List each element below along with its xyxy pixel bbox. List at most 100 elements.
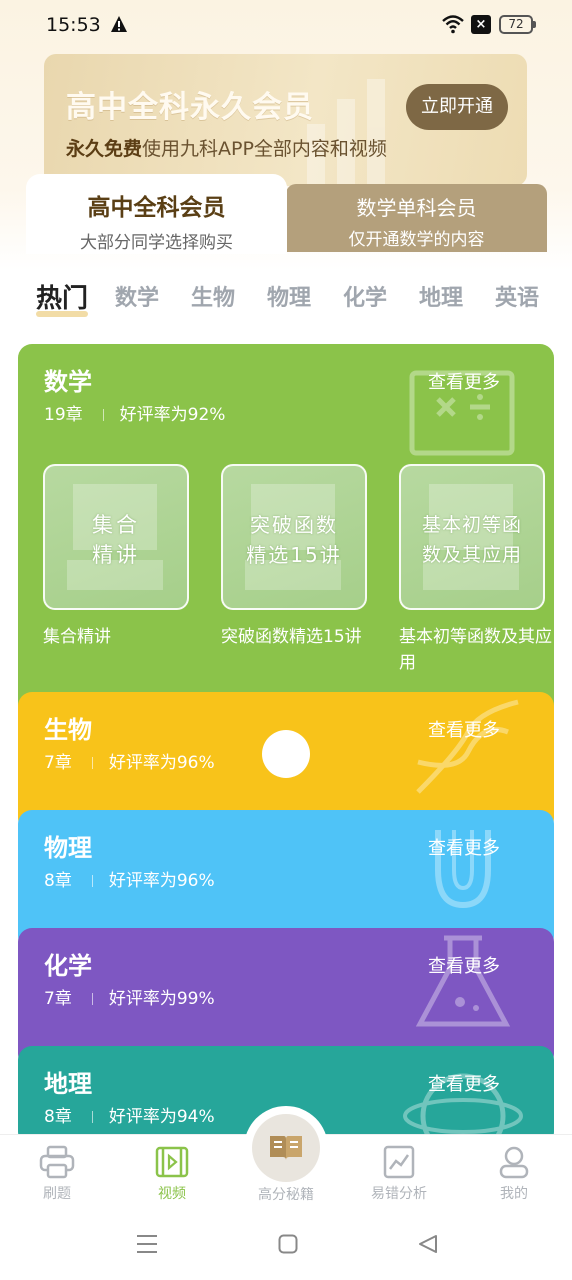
course-thumbnail-title: 基本初等函数及其应用	[401, 510, 543, 570]
nav-video[interactable]: 视频	[132, 1145, 212, 1203]
card-meta: 7章 好评率为96%	[44, 748, 215, 773]
rating-text: 好评率为92%	[119, 405, 226, 425]
course-item[interactable]: 基本初等函 数及其应用 基本初等函数及其应用	[399, 464, 552, 676]
tab-physics[interactable]: 物理	[267, 280, 311, 312]
warning-icon	[111, 16, 127, 32]
card-title: 生物	[44, 716, 92, 744]
meta-divider	[102, 409, 104, 421]
nav-profile[interactable]: 我的	[474, 1145, 554, 1203]
course-thumbnail-title: 突破函数精选15讲	[223, 510, 365, 570]
tab-math[interactable]: 数学	[115, 280, 159, 312]
view-more-link[interactable]: 查看更多	[428, 368, 500, 394]
printer-icon	[39, 1145, 75, 1179]
card-title: 物理	[44, 834, 92, 862]
rating-text: 好评率为94%	[108, 1107, 215, 1127]
status-bar: 15:53 × 72	[0, 0, 572, 52]
rating-text: 好评率为99%	[108, 989, 215, 1009]
battery-level: 72	[508, 17, 524, 31]
thumb-line-2: 数及其应用	[421, 544, 522, 566]
card-title: 地理	[44, 1070, 92, 1098]
tab-hot[interactable]: 热门	[36, 278, 89, 317]
banner-subtitle: 永久免费使用九科APP全部内容和视频	[66, 134, 387, 161]
course-list: 集合 精讲 集合精讲 突破函数 精选15讲 突破函数精选15讲 基本初等函 数及其应用…	[43, 464, 554, 684]
tab-math-membership-subtitle: 仅开通数学的内容	[348, 230, 485, 250]
card-meta: 7章 好评率为99%	[44, 984, 215, 1009]
view-more-link[interactable]: 查看更多	[428, 716, 500, 742]
magnet-icon	[435, 830, 491, 909]
system-navigation-bar	[0, 1210, 572, 1280]
status-time: 15:53	[46, 14, 101, 36]
tab-math-membership-title: 数学单科会员	[356, 196, 477, 220]
rating-text: 好评率为96%	[108, 753, 215, 773]
back-icon[interactable]	[418, 1234, 438, 1254]
thumb-line-2: 精选15讲	[246, 543, 342, 567]
view-more-link[interactable]: 查看更多	[428, 834, 500, 860]
chapter-count: 8章	[44, 871, 72, 891]
course-item[interactable]: 突破函数 精选15讲 突破函数精选15讲	[221, 464, 367, 650]
tab-biology[interactable]: 生物	[191, 280, 235, 312]
card-title: 化学	[44, 952, 92, 980]
membership-banner[interactable]: 高中全科永久会员 永久免费使用九科APP全部内容和视频 立即开通	[44, 54, 527, 186]
menu-icon[interactable]	[136, 1234, 158, 1254]
wifi-icon	[442, 15, 464, 34]
thumb-line-1: 集合	[92, 513, 140, 537]
nav-video-label: 视频	[158, 1186, 186, 1202]
course-thumbnail: 基本初等函数及其应用	[399, 464, 545, 610]
chapter-count: 19章	[44, 405, 83, 425]
meta-divider	[91, 875, 93, 887]
banner-title: 高中全科永久会员	[66, 90, 314, 125]
tab-geography[interactable]: 地理	[419, 280, 463, 312]
chapter-count: 7章	[44, 753, 72, 773]
book-icon	[270, 1136, 302, 1160]
tab-chemistry[interactable]: 化学	[343, 280, 387, 312]
open-now-button[interactable]: 立即开通	[406, 84, 508, 130]
home-icon[interactable]	[278, 1234, 298, 1254]
chart-icon	[383, 1145, 415, 1179]
sim-off-icon: ×	[471, 15, 491, 34]
view-more-link[interactable]: 查看更多	[428, 1070, 500, 1096]
course-thumbnail-title: 集合 精讲	[45, 510, 187, 570]
nav-secret-tips[interactable]	[252, 1114, 320, 1182]
card-title: 数学	[44, 368, 92, 396]
tab-english[interactable]: 英语	[495, 280, 539, 312]
card-meta: 19章 好评率为92%	[44, 400, 225, 425]
chart-decoration-icon	[307, 79, 385, 186]
meta-divider	[91, 757, 93, 769]
nav-mistake-label: 易错分析	[371, 1186, 427, 1202]
course-name: 基本初等函数及其应用	[399, 627, 552, 673]
subject-card-math: 数学 19章 好评率为92% 查看更多 集合 精讲 集合精讲 突破函数 精选15讲 突…	[18, 344, 554, 724]
course-thumbnail: 集合 精讲	[43, 464, 189, 610]
battery-icon: 72	[499, 15, 536, 34]
thumb-line-1: 基本初等函	[421, 514, 522, 536]
banner-subtitle-bold: 永久免费	[66, 138, 143, 160]
touch-indicator	[262, 730, 310, 778]
video-icon	[155, 1146, 189, 1178]
course-item[interactable]: 集合 精讲 集合精讲	[43, 464, 189, 650]
nav-mistake-analysis[interactable]: 易错分析	[359, 1145, 439, 1203]
meta-divider	[91, 993, 93, 1005]
tab-math-membership[interactable]: 数学单科会员 仅开通数学的内容	[286, 184, 547, 252]
course-name: 突破函数精选15讲	[221, 627, 362, 647]
nav-practice-label: 刷题	[43, 1186, 71, 1202]
chapter-count: 7章	[44, 989, 72, 1009]
globe-icon	[403, 1073, 523, 1146]
flask-icon	[415, 935, 511, 1027]
dna-icon	[416, 699, 519, 794]
tab-all-subjects-membership[interactable]: 高中全科会员 大部分同学选择购买	[26, 174, 287, 254]
thumb-line-1: 突破函数	[250, 513, 338, 537]
banner-subtitle-rest: 使用九科APP全部内容和视频	[142, 138, 387, 160]
course-thumbnail: 突破函数精选15讲	[221, 464, 367, 610]
nav-secret-tips-label: 高分秘籍	[258, 1187, 314, 1203]
nav-profile-label: 我的	[500, 1186, 528, 1202]
card-meta: 8章 好评率为96%	[44, 866, 215, 891]
nav-practice[interactable]: 刷题	[17, 1145, 97, 1203]
chapter-count: 8章	[44, 1107, 72, 1127]
card-meta: 8章 好评率为94%	[44, 1102, 215, 1127]
subject-tabs: 热门 数学 生物 物理 化学 地理 英语	[0, 280, 572, 324]
tab-all-subjects-title: 高中全科会员	[87, 195, 226, 221]
meta-divider	[91, 1111, 93, 1123]
tab-all-subjects-subtitle: 大部分同学选择购买	[80, 233, 233, 253]
user-icon	[499, 1146, 529, 1179]
rating-text: 好评率为96%	[108, 871, 215, 891]
view-more-link[interactable]: 查看更多	[428, 952, 500, 978]
